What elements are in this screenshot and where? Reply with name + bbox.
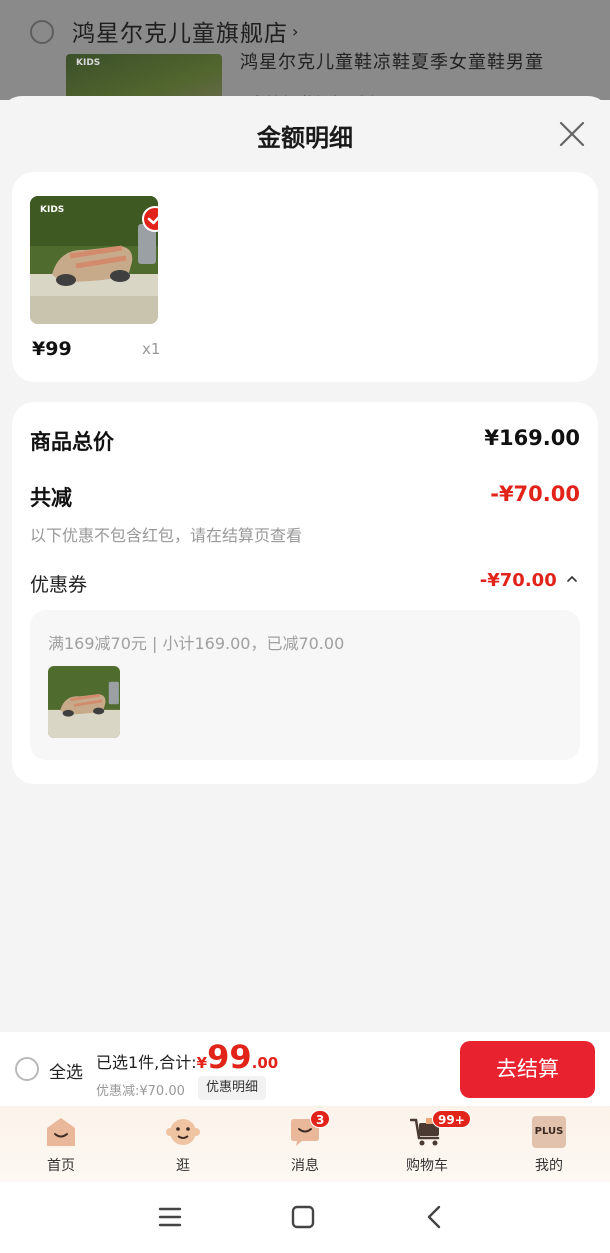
amount-detail-sheet: 金额明细 KIDS ¥99 x1 商品总价 ¥169.00 共减 -¥70.00… xyxy=(0,96,610,1032)
store-select-radio xyxy=(30,20,54,44)
total-reduction-value: -¥70.00 xyxy=(490,482,580,506)
select-all-radio[interactable] xyxy=(15,1057,39,1081)
coupon-product-thumbnail xyxy=(48,666,120,738)
home-icon xyxy=(47,1118,75,1146)
coupon-label: 优惠券 xyxy=(30,574,88,596)
selected-check-icon xyxy=(142,206,158,232)
close-icon[interactable] xyxy=(558,120,586,148)
system-navigation-bar xyxy=(0,1182,610,1253)
chevron-up-icon xyxy=(567,575,577,582)
cart-badge: 99+ xyxy=(432,1110,471,1128)
select-all-label[interactable]: 全选 xyxy=(49,1058,83,1083)
item-price: ¥99 xyxy=(32,338,72,360)
home-square-icon[interactable] xyxy=(288,1202,318,1232)
checkout-button[interactable]: 去结算 xyxy=(460,1041,595,1098)
tab-browse[interactable]: 逛 xyxy=(138,1106,228,1182)
tab-messages[interactable]: 3 消息 xyxy=(260,1106,350,1182)
sheet-title: 金额明细 xyxy=(257,124,353,152)
browse-icon xyxy=(166,1119,200,1145)
items-card: KIDS ¥99 x1 xyxy=(12,172,598,382)
plus-member-icon: PLUS xyxy=(532,1116,566,1148)
tab-cart[interactable]: 99+ 购物车 xyxy=(382,1106,472,1182)
product-title: 鸿星尔克儿童鞋凉鞋夏季女童鞋男童 xyxy=(240,52,544,73)
chevron-right-icon: › xyxy=(292,22,300,41)
bottom-tab-bar: 首页 逛 3 消息 99+ 购物车 PLUS 我的 xyxy=(0,1106,610,1182)
discount-detail-button[interactable]: 优惠明细 xyxy=(198,1076,267,1100)
back-icon[interactable] xyxy=(420,1202,450,1232)
checkout-bar: 全选 已选1件,合计:¥99.00 优惠减:¥70.00 优惠明细 去结算 xyxy=(0,1032,610,1106)
total-price-value: ¥169.00 xyxy=(484,426,580,450)
item-quantity: x1 xyxy=(142,340,161,358)
total-amount: 99 xyxy=(207,1038,252,1076)
discount-summary: 优惠减:¥70.00 xyxy=(96,1084,185,1099)
coupon-detail-box: 满169减70元 | 小计169.00，已减70.00 xyxy=(30,610,580,760)
tab-home[interactable]: 首页 xyxy=(16,1106,106,1182)
product-thumbnail: KIDS xyxy=(66,54,222,100)
svg-text:KIDS: KIDS xyxy=(40,205,64,215)
total-summary: 已选1件,合计:¥99.00 xyxy=(96,1038,279,1076)
menu-icon[interactable] xyxy=(155,1202,185,1232)
coupon-rule: 满169减70元 | 小计169.00，已减70.00 xyxy=(48,634,345,653)
tab-mine[interactable]: PLUS 我的 xyxy=(504,1106,594,1182)
total-reduction-label: 共减 xyxy=(30,486,72,510)
discount-note: 以下优惠不包含红包，请在结算页查看 xyxy=(30,526,303,545)
coupon-toggle[interactable]: -¥70.00 xyxy=(480,570,578,591)
price-detail-card: 商品总价 ¥169.00 共减 -¥70.00 以下优惠不包含红包，请在结算页查… xyxy=(12,402,598,784)
total-price-label: 商品总价 xyxy=(30,430,114,454)
coupon-value: -¥70.00 xyxy=(479,570,557,591)
store-name: 鸿星尔克儿童旗舰店 › xyxy=(72,21,300,47)
product-image[interactable]: KIDS xyxy=(30,196,158,324)
message-badge: 3 xyxy=(310,1110,331,1128)
background-cart-page: 鸿星尔克儿童旗舰店› KIDS 鸿星尔克儿童鞋凉鞋夏季女童鞋男童 卡其色 草绿色… xyxy=(0,0,610,100)
